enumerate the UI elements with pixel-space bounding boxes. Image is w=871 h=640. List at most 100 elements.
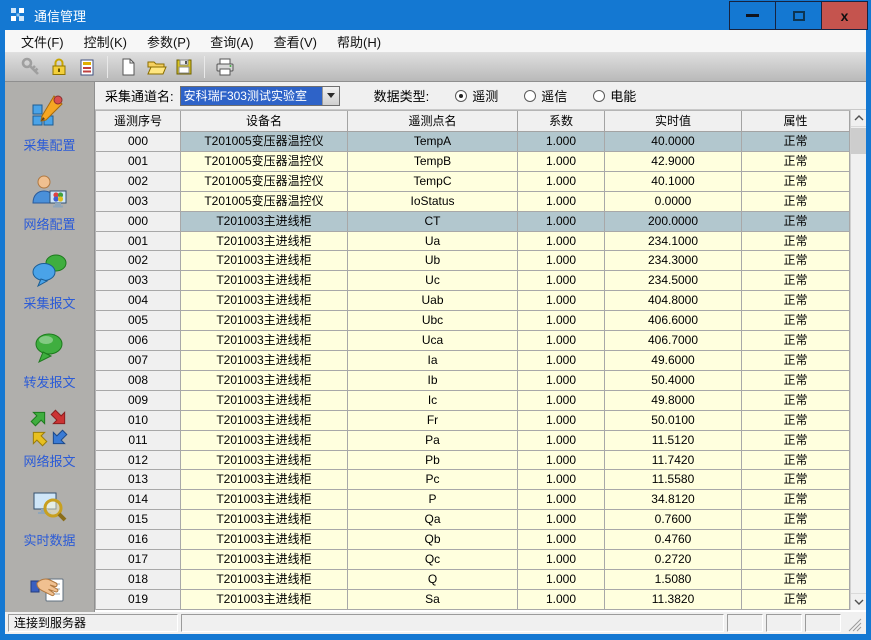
table-row[interactable]: 002T201005变压器温控仪TempC1.00040.1000正常 <box>96 172 850 192</box>
table-row[interactable]: 011T201003主进线柜Pa1.00011.5120正常 <box>96 431 850 451</box>
save-icon[interactable] <box>172 55 196 79</box>
table-row[interactable]: 000T201005变压器温控仪TempA1.00040.0000正常 <box>96 132 850 152</box>
cell-value: 0.7600 <box>605 510 742 530</box>
menubar: 文件(F) 控制(K) 参数(P) 查询(A) 查看(V) 帮助(H) <box>5 30 866 53</box>
table-row[interactable]: 012T201003主进线柜Pb1.00011.7420正常 <box>96 451 850 471</box>
cell-attr: 正常 <box>742 351 850 371</box>
col-header-point[interactable]: 遥测点名 <box>348 111 518 132</box>
cell-coef: 1.000 <box>518 212 605 232</box>
sidebar-item-collect-message[interactable]: 采集报文 <box>23 250 75 312</box>
vertical-scrollbar[interactable] <box>850 110 866 610</box>
titlebar: 通信管理 x <box>0 0 871 30</box>
table-row[interactable]: 006T201003主进线柜Uca1.000406.7000正常 <box>96 331 850 351</box>
cell-attr: 正常 <box>742 550 850 570</box>
scroll-down-button[interactable] <box>851 593 866 610</box>
table-row[interactable]: 019T201003主进线柜Sa1.00011.3820正常 <box>96 590 850 610</box>
cell-coef: 1.000 <box>518 411 605 431</box>
menu-help[interactable]: 帮助(H) <box>327 29 391 54</box>
sidebar-item-label: 采集配置 <box>23 135 75 154</box>
table-row[interactable]: 003T201005变压器温控仪IoStatus1.0000.0000正常 <box>96 192 850 212</box>
scroll-up-button[interactable] <box>851 110 866 127</box>
cell-attr: 正常 <box>742 510 850 530</box>
cell-point: Ib <box>348 371 518 391</box>
cell-attr: 正常 <box>742 431 850 451</box>
telemetry-table: 遥测序号 设备名 遥测点名 系数 实时值 属性 000T201005变压器温控仪… <box>95 110 866 610</box>
cell-seq: 005 <box>96 311 181 331</box>
cell-value: 11.5580 <box>605 470 742 490</box>
table-row[interactable]: 005T201003主进线柜Ubc1.000406.6000正常 <box>96 311 850 331</box>
table-row[interactable]: 014T201003主进线柜P1.00034.8120正常 <box>96 490 850 510</box>
cell-point: Ubc <box>348 311 518 331</box>
sidebar-item-collect-config[interactable]: 采集配置 <box>23 92 75 154</box>
cell-device: T201003主进线柜 <box>181 411 348 431</box>
minimize-button[interactable] <box>729 1 776 30</box>
cell-value: 11.3820 <box>605 590 742 610</box>
forward-message-icon <box>28 329 70 369</box>
cell-seq: 018 <box>96 570 181 590</box>
cell-seq: 007 <box>96 351 181 371</box>
new-file-icon[interactable] <box>116 55 140 79</box>
key-icon[interactable] <box>19 55 43 79</box>
col-header-seq[interactable]: 遥测序号 <box>96 111 181 132</box>
close-button[interactable]: x <box>821 1 868 30</box>
radio-signal[interactable]: 遥信 <box>524 86 567 105</box>
col-header-value[interactable]: 实时值 <box>605 111 742 132</box>
cell-device: T201003主进线柜 <box>181 550 348 570</box>
resize-grip[interactable] <box>844 614 864 632</box>
cell-point: Ic <box>348 391 518 411</box>
table-row[interactable]: 002T201003主进线柜Ub1.000234.3000正常 <box>96 251 850 271</box>
table-row[interactable]: 015T201003主进线柜Qa1.0000.7600正常 <box>96 510 850 530</box>
menu-params[interactable]: 参数(P) <box>137 29 200 54</box>
lock-icon[interactable] <box>47 55 71 79</box>
cell-seq: 008 <box>96 371 181 391</box>
table-row[interactable]: 001T201005变压器温控仪TempB1.00042.9000正常 <box>96 152 850 172</box>
combo-dropdown-button[interactable] <box>322 87 339 105</box>
menu-view[interactable]: 查看(V) <box>264 29 327 54</box>
menu-file[interactable]: 文件(F) <box>11 29 74 54</box>
cell-point: Qc <box>348 550 518 570</box>
radio-energy[interactable]: 电能 <box>593 86 636 105</box>
cell-value: 1.5080 <box>605 570 742 590</box>
channel-label: 采集通道名: <box>105 86 174 105</box>
channel-config-icon[interactable] <box>75 55 99 79</box>
sidebar-item-network-message[interactable]: 网络报文 <box>23 408 75 470</box>
cell-seq: 001 <box>96 152 181 172</box>
cell-device: T201003主进线柜 <box>181 451 348 471</box>
table-row[interactable]: 009T201003主进线柜Ic1.00049.8000正常 <box>96 391 850 411</box>
print-icon[interactable] <box>213 55 237 79</box>
col-header-device[interactable]: 设备名 <box>181 111 348 132</box>
menu-query[interactable]: 查询(A) <box>200 29 263 54</box>
app-logo-icon <box>10 7 26 23</box>
scrollbar-thumb[interactable] <box>851 128 866 154</box>
menu-control[interactable]: 控制(K) <box>74 29 137 54</box>
cell-device: T201005变压器温控仪 <box>181 152 348 172</box>
cell-device: T201003主进线柜 <box>181 391 348 411</box>
open-file-icon[interactable] <box>144 55 168 79</box>
table-row[interactable]: 010T201003主进线柜Fr1.00050.0100正常 <box>96 411 850 431</box>
radio-telemetry[interactable]: 遥测 <box>455 86 498 105</box>
maximize-button[interactable] <box>775 1 822 30</box>
channel-combobox[interactable]: 安科瑞F303测试实验室 <box>180 86 340 106</box>
cell-value: 234.5000 <box>605 271 742 291</box>
cell-value: 406.6000 <box>605 311 742 331</box>
sidebar-item-label: 转发报文 <box>23 372 75 391</box>
table-row[interactable]: 003T201003主进线柜Uc1.000234.5000正常 <box>96 271 850 291</box>
sidebar-item-forward-message[interactable]: 转发报文 <box>23 329 75 391</box>
cell-value: 50.4000 <box>605 371 742 391</box>
table-row[interactable]: 008T201003主进线柜Ib1.00050.4000正常 <box>96 371 850 391</box>
table-row[interactable]: 001T201003主进线柜Ua1.000234.1000正常 <box>96 232 850 252</box>
cell-seq: 006 <box>96 331 181 351</box>
sidebar-item-network-config[interactable]: 网络配置 <box>23 171 75 233</box>
table-row[interactable]: 007T201003主进线柜Ia1.00049.6000正常 <box>96 351 850 371</box>
col-header-coef[interactable]: 系数 <box>518 111 605 132</box>
table-row[interactable]: 016T201003主进线柜Qb1.0000.4760正常 <box>96 530 850 550</box>
table-row[interactable]: 004T201003主进线柜Uab1.000404.8000正常 <box>96 291 850 311</box>
table-row[interactable]: 017T201003主进线柜Qc1.0000.2720正常 <box>96 550 850 570</box>
table-row[interactable]: 013T201003主进线柜Pc1.00011.5580正常 <box>96 470 850 490</box>
cell-coef: 1.000 <box>518 470 605 490</box>
sidebar-item-realtime-data[interactable]: 实时数据 <box>23 487 75 549</box>
cell-seq: 001 <box>96 232 181 252</box>
col-header-attr[interactable]: 属性 <box>742 111 850 132</box>
table-row[interactable]: 018T201003主进线柜Q1.0001.5080正常 <box>96 570 850 590</box>
table-row[interactable]: 000T201003主进线柜CT1.000200.0000正常 <box>96 212 850 232</box>
